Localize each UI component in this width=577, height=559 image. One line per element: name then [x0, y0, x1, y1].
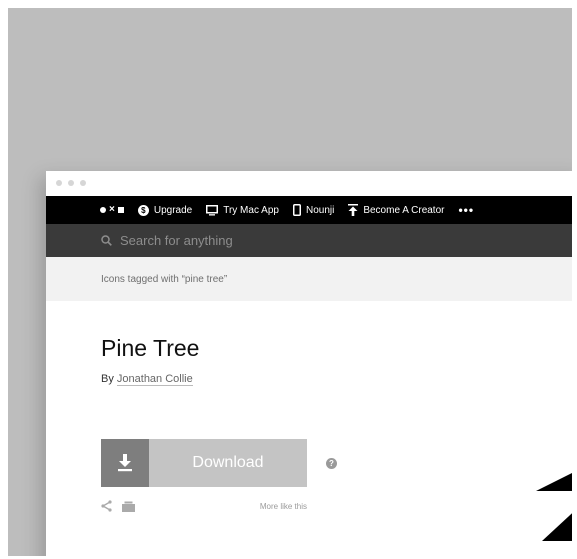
- phone-icon: [292, 204, 301, 216]
- share-icon[interactable]: [101, 500, 112, 512]
- byline-prefix: By: [101, 373, 117, 385]
- top-navigation: × $ Upgrade Try Mac App Nounji Become A …: [46, 196, 572, 224]
- download-button[interactable]: Download: [101, 439, 307, 487]
- nav-item-nounji[interactable]: Nounji: [292, 204, 335, 216]
- byline: By Jonathan Collie: [101, 373, 193, 386]
- search-bar[interactable]: Search for anything: [46, 224, 572, 257]
- pine-tree-icon: [536, 473, 572, 541]
- nav-item-upgrade[interactable]: $ Upgrade: [137, 204, 193, 216]
- tag-bar: Icons tagged with “pine tree”: [46, 257, 572, 301]
- nav-item-become-a-creator[interactable]: Become A Creator: [348, 204, 444, 216]
- nav-item-become-a-creator-label: Become A Creator: [363, 204, 445, 216]
- window-dot-close[interactable]: [56, 180, 62, 186]
- share-row: More like this: [101, 499, 307, 513]
- author-link[interactable]: Jonathan Collie: [116, 373, 193, 386]
- page-title: Pine Tree: [101, 335, 200, 361]
- browser-window: × $ Upgrade Try Mac App Nounji Become A …: [46, 171, 572, 556]
- backdrop: × $ Upgrade Try Mac App Nounji Become A …: [8, 8, 572, 556]
- dollar-coin-icon: $: [137, 204, 149, 216]
- logo-x-icon: ×: [109, 204, 115, 215]
- logo-circle-icon: [100, 207, 106, 213]
- noun-project-logo[interactable]: ×: [100, 204, 124, 215]
- upload-icon: [348, 204, 359, 216]
- nav-item-try-mac-app[interactable]: Try Mac App: [206, 204, 279, 216]
- download-label: Download: [192, 454, 264, 471]
- nav-item-try-mac-app-label: Try Mac App: [223, 204, 279, 216]
- download-icon: [101, 439, 149, 487]
- window-titlebar: [46, 171, 572, 196]
- logo-square-icon: [117, 207, 124, 213]
- nav-item-nounji-label: Nounji: [305, 204, 335, 216]
- tag-bar-text: Icons tagged with “pine tree”: [101, 273, 228, 285]
- nav-item-upgrade-label: Upgrade: [153, 204, 193, 216]
- monitor-icon: [206, 204, 219, 216]
- search-input[interactable]: Search for anything: [120, 233, 233, 248]
- more-menu-icon[interactable]: •••: [458, 204, 474, 216]
- search-icon: [101, 235, 112, 246]
- window-dot-minimize[interactable]: [68, 180, 74, 186]
- collection-icon[interactable]: [122, 501, 135, 512]
- help-icon[interactable]: ?: [326, 458, 337, 469]
- window-dot-maximize[interactable]: [80, 180, 86, 186]
- more-like-this-link[interactable]: More like this: [260, 502, 307, 511]
